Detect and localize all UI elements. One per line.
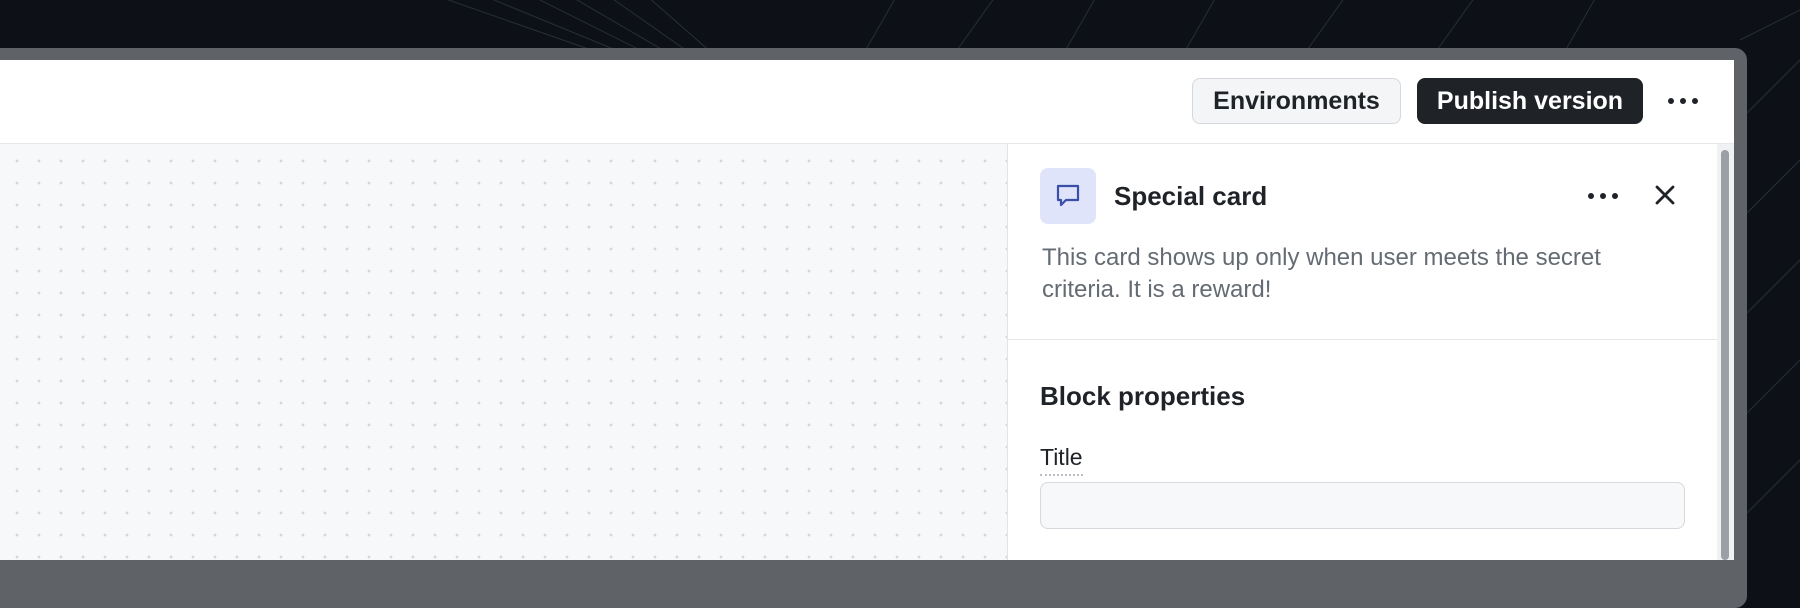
block-icon-tile	[1040, 168, 1096, 224]
app-window: Environments Publish version Special car…	[0, 60, 1734, 560]
more-horizontal-icon[interactable]	[1663, 86, 1703, 116]
publish-version-button-label: Publish version	[1436, 86, 1624, 115]
environments-button[interactable]: Environments	[1192, 78, 1401, 124]
flow-canvas[interactable]	[0, 144, 1008, 560]
title-field-label: Title	[1040, 442, 1083, 476]
panel-scrollbar[interactable]	[1717, 144, 1734, 560]
publish-version-button[interactable]: Publish version	[1417, 78, 1643, 124]
block-description: This card shows up only when user meets …	[1042, 244, 1601, 303]
block-title: Special card	[1114, 181, 1268, 211]
scrollbar-thumb[interactable]	[1721, 150, 1729, 560]
close-icon[interactable]	[1650, 180, 1680, 210]
block-properties-heading: Block properties	[1040, 381, 1246, 411]
environments-button-label: Environments	[1213, 86, 1380, 115]
top-toolbar: Environments Publish version	[0, 60, 1734, 144]
chat-bubble-icon	[1056, 184, 1080, 207]
section-divider	[1008, 339, 1717, 340]
block-details-panel: Special card This card shows up only whe…	[1008, 144, 1717, 560]
more-horizontal-icon[interactable]	[1583, 181, 1623, 211]
title-input[interactable]	[1040, 482, 1685, 529]
